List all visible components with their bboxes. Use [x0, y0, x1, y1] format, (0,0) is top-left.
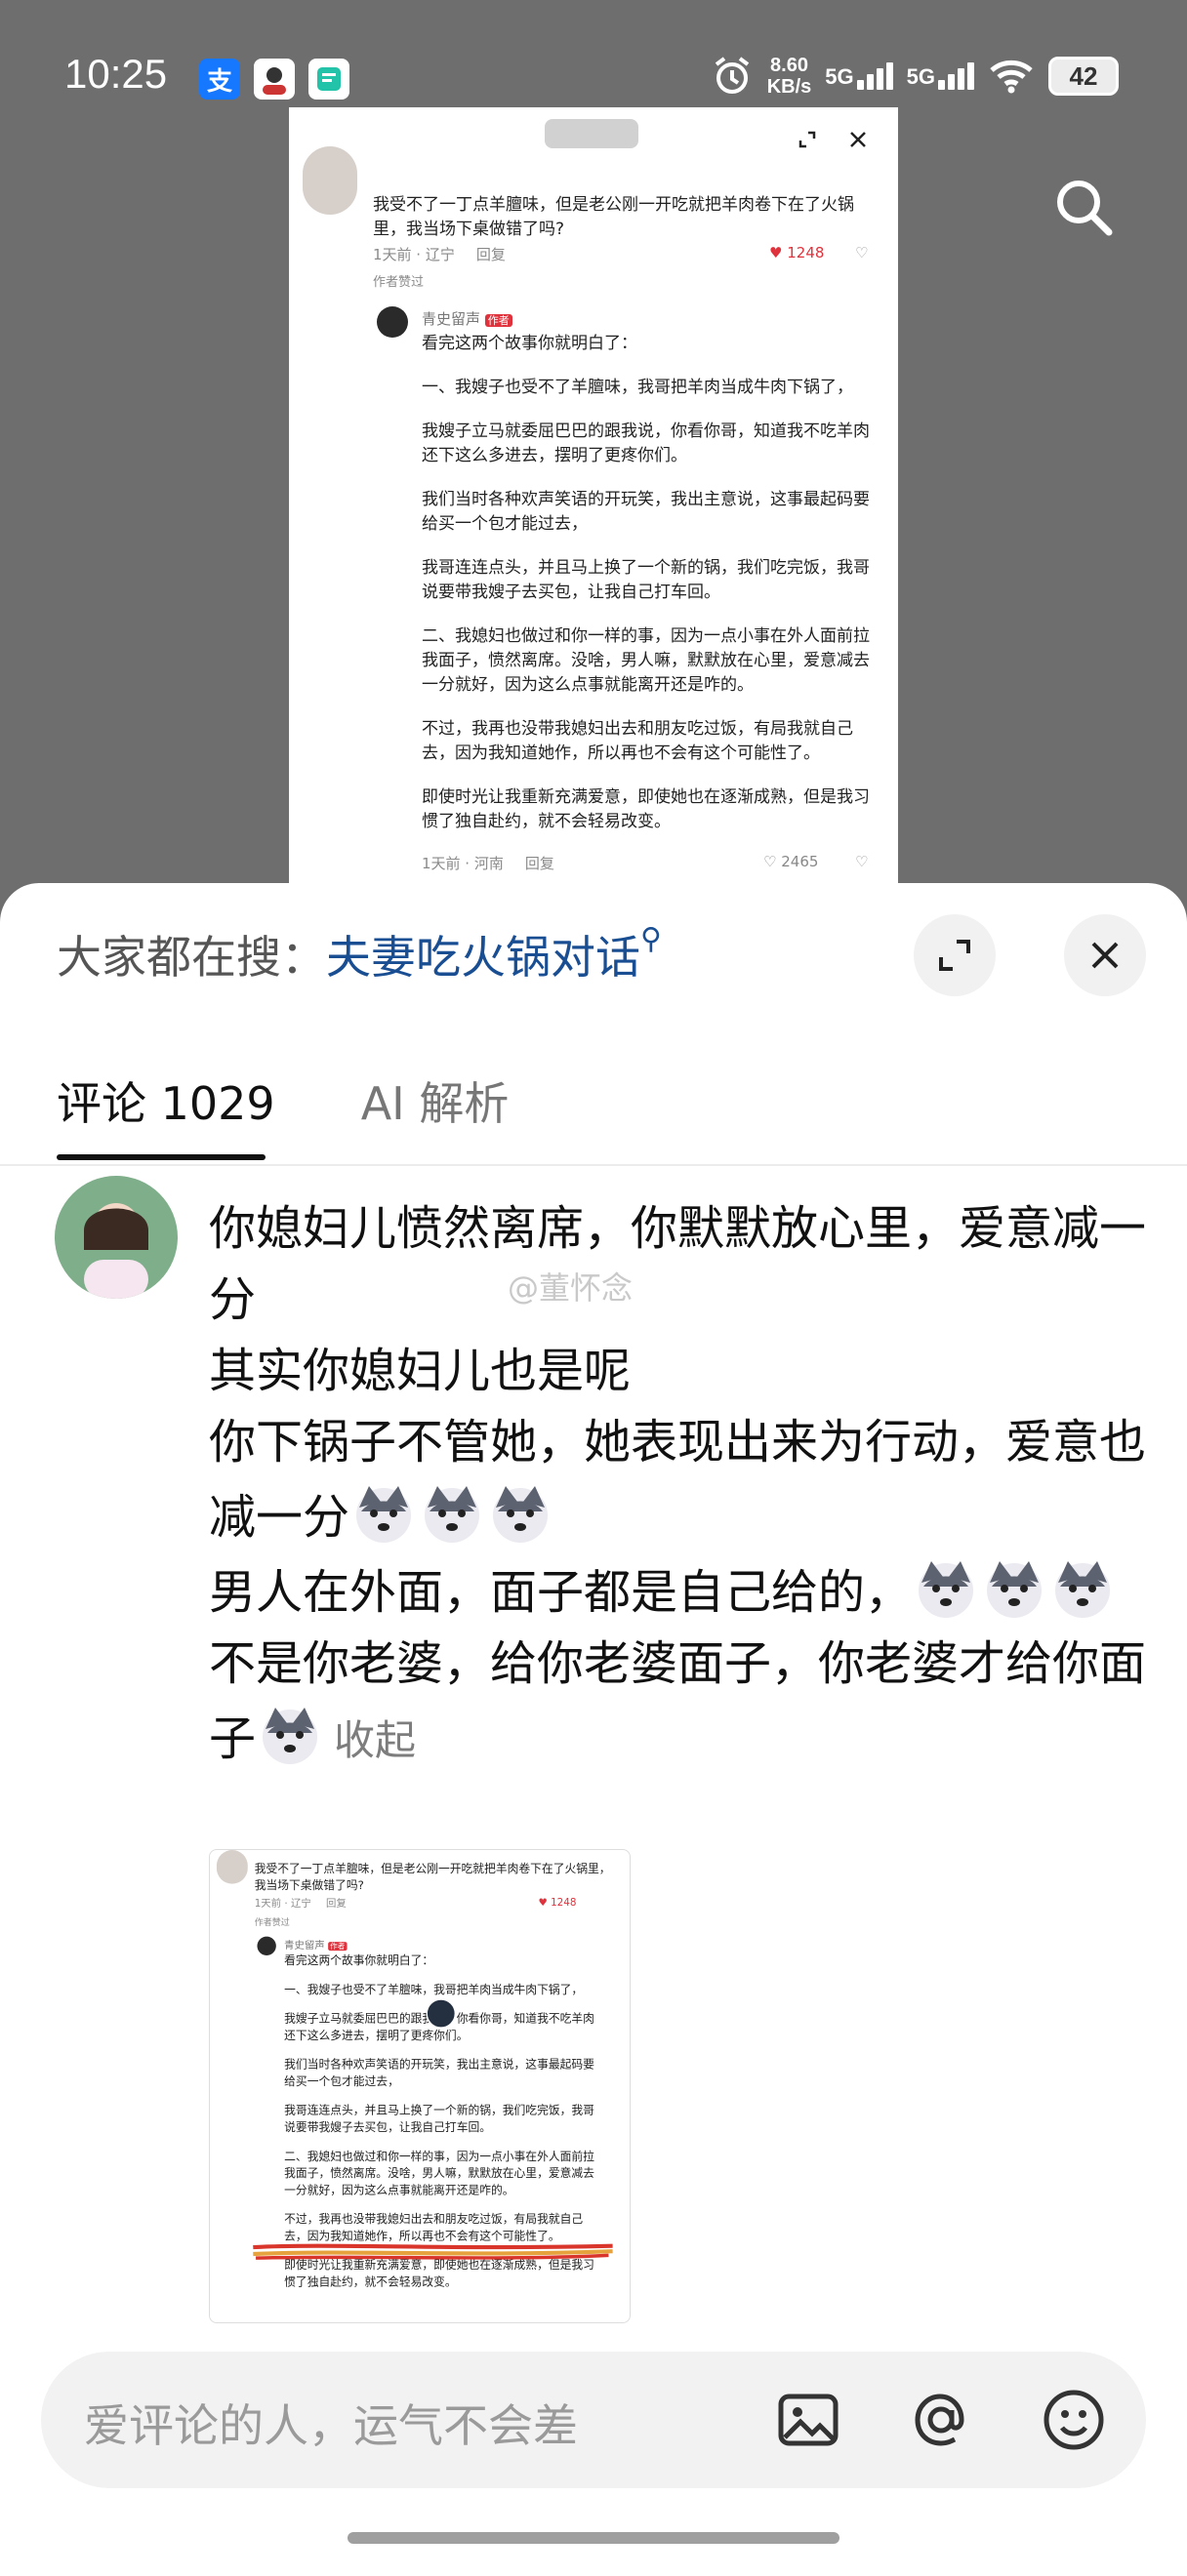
preview-q-likes: ♥ 1248 [769, 244, 825, 262]
emoji-dog-icon [256, 1700, 324, 1768]
net-speed: 8.60 KB/s [766, 55, 812, 98]
close-button[interactable] [1064, 914, 1146, 996]
tab-underline [57, 1154, 266, 1160]
alarm-icon [715, 57, 749, 94]
preview-question: 我受不了一丁点羊膻味，但是老公刚一开吃就把羊肉卷下在了火锅里，我当场下桌做错了吗… [373, 195, 854, 239]
preview-r-meta: 1天前 · 河南 回复 [422, 855, 554, 872]
preview-q-meta: 1天前 · 辽宁 回复 [373, 246, 506, 263]
hot-search-term: 夫妻吃火锅对话 [326, 931, 640, 984]
heart-icon: ♡ [763, 853, 777, 870]
avatar[interactable] [55, 1176, 178, 1299]
dislike-icon[interactable]: ♡ [855, 244, 868, 262]
heart-icon: ♥ [769, 244, 783, 262]
emoji-icon[interactable] [1039, 2385, 1109, 2455]
signal-1: 5G [825, 62, 893, 90]
signal-2: 5G [907, 62, 974, 90]
comment-sheet: 大家都在搜：夫妻吃火锅对话⚲ 评论 1029 AI 解析 @董怀念 你媳妇儿愤然… [0, 883, 1187, 2576]
hot-search[interactable]: 大家都在搜：夫妻吃火锅对话⚲ [57, 922, 662, 986]
preview-reply-body: 看完这两个故事你就明白了： 一、我嫂子也受不了羊膻味，我哥把羊肉当成牛肉下锅了，… [422, 334, 870, 831]
preview-expand-icon[interactable] [797, 129, 818, 150]
status-time: 10:25 [64, 51, 168, 97]
divider [0, 1164, 1187, 1166]
thumb-reply-avatar [257, 1936, 276, 1955]
status-bar: 10:25 支 8.60 KB/s 5G 5G 42 [0, 0, 1187, 107]
thumb-reply-user: 青史留声 作者 [284, 1938, 348, 1952]
thumb-q-avatar [216, 1850, 248, 1884]
search-icon[interactable] [1052, 176, 1115, 238]
expand-button[interactable] [914, 914, 996, 996]
floating-avatar[interactable] [426, 1998, 456, 2029]
tab-comments[interactable]: 评论 1029 [57, 1068, 275, 1133]
preview-reply-avatar [377, 306, 408, 338]
emoji-dog-icon [980, 1553, 1048, 1622]
thumb-q-likes: ♥ 1248 [538, 1896, 577, 1909]
thumb-q-meta: 1天前 · 辽宁 回复 [254, 1897, 347, 1910]
alipay-icon: 支 [199, 59, 240, 100]
comment-input-bar[interactable]: 爱评论的人，运气不会差 [41, 2352, 1146, 2488]
wifi-icon [990, 60, 1033, 94]
dislike-icon[interactable]: ♡ [855, 853, 868, 870]
preview-header-blur [545, 119, 638, 148]
tab-ai-analysis[interactable]: AI 解析 [361, 1068, 510, 1133]
at-icon[interactable] [906, 2385, 976, 2455]
expand-icon [939, 940, 970, 971]
comment-body[interactable]: 你媳妇儿愤然离席，你默默放心里，爱意减一分 其实你媳妇儿也是呢 你下锅子不管她，… [209, 1193, 1146, 1776]
attached-image[interactable]: 我受不了一丁点羊膻味，但是老公刚一开吃就把羊肉卷下在了火锅里，我当场下桌做错了吗… [209, 1849, 631, 2323]
emoji-dog-icon [912, 1553, 980, 1622]
emoji-dog-icon [418, 1478, 486, 1547]
emoji-dog-icon [486, 1478, 554, 1547]
avatar-app-icon [254, 59, 295, 100]
search-small-icon: ⚲ [640, 922, 662, 956]
tab-bar: 评论 1029 AI 解析 [57, 1068, 509, 1133]
image-icon[interactable] [773, 2385, 843, 2455]
collapse-link[interactable]: 收起 [334, 1716, 416, 1764]
thumb-question: 我受不了一丁点羊膻味，但是老公刚一开吃就把羊肉卷下在了火锅里，我当场下桌做错了吗… [254, 1862, 611, 1893]
comment-input[interactable]: 爱评论的人，运气不会差 [84, 2391, 578, 2455]
emoji-dog-icon [1048, 1553, 1117, 1622]
author-liked-tag: 作者赞过 [373, 275, 425, 290]
battery-indicator: 42 [1048, 57, 1119, 96]
thumb-author-liked: 作者赞过 [254, 1917, 290, 1928]
preview-q-avatar [303, 146, 357, 215]
emoji-dog-icon [349, 1478, 418, 1547]
home-indicator[interactable] [348, 2532, 839, 2544]
preview-image[interactable]: 我受不了一丁点羊膻味，但是老公刚一开吃就把羊肉卷下在了火锅里，我当场下桌做错了吗… [289, 107, 898, 888]
notes-app-icon [308, 59, 349, 100]
highlight-scribble [253, 2243, 613, 2260]
preview-r-likes: ♡ 2465 [763, 853, 819, 870]
close-icon [1091, 942, 1119, 969]
preview-reply-user: 青史留声 作者 [422, 308, 512, 329]
preview-close-icon[interactable] [847, 129, 869, 150]
